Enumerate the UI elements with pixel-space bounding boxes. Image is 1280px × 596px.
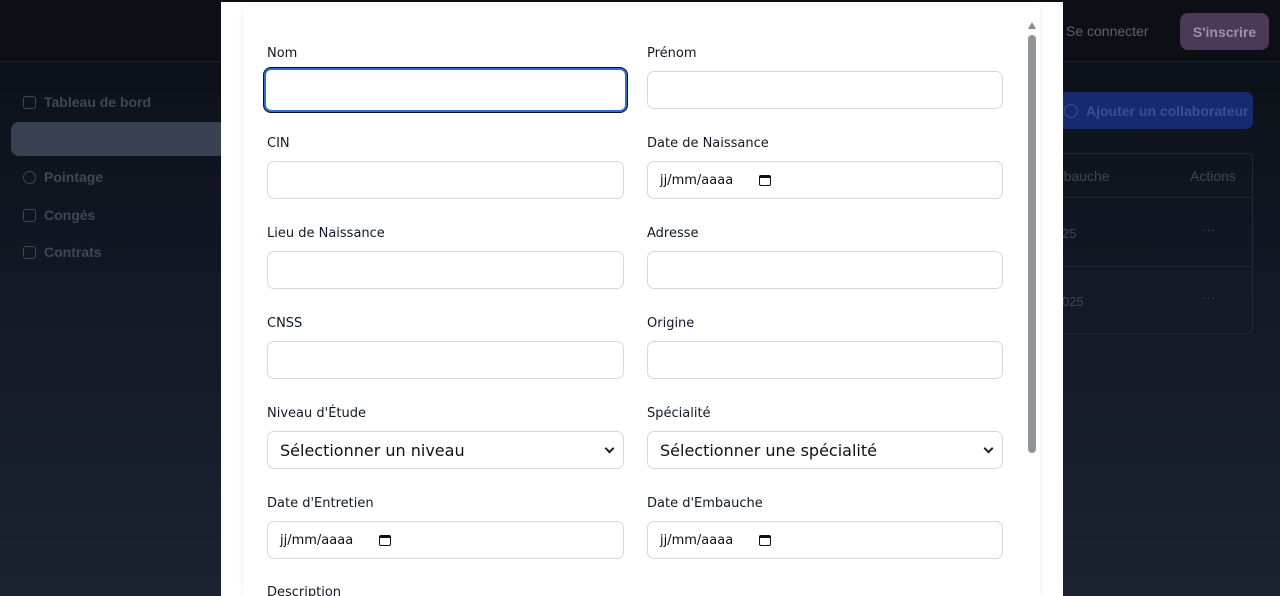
document-icon	[23, 245, 36, 259]
niveau-etude-selected: Sélectionner un niveau	[280, 440, 465, 460]
table-divider	[1040, 266, 1253, 267]
date-entretien-label: Date d'Entretien	[267, 496, 374, 511]
niveau-etude-select[interactable]: Sélectionner un niveau	[267, 431, 624, 469]
table-header-actions: Actions	[1190, 168, 1236, 184]
cnss-label: CNSS	[267, 316, 303, 331]
row-actions-button[interactable]: ···	[1202, 290, 1215, 305]
calendar-icon	[23, 208, 36, 222]
date-naissance-input[interactable]: jj/mm/aaaa	[647, 161, 1003, 199]
adresse-label: Adresse	[647, 226, 699, 241]
date-placeholder: jj/mm/aaaa	[660, 532, 734, 548]
specialite-label: Spécialité	[647, 406, 711, 421]
cin-input[interactable]	[267, 161, 624, 199]
chevron-down-icon	[983, 443, 994, 454]
calendar-icon[interactable]	[759, 534, 772, 546]
sidebar-item-active[interactable]	[11, 122, 226, 156]
date-placeholder: jj/mm/aaaa	[660, 172, 734, 188]
sidebar-item-label: Pointage	[44, 169, 104, 185]
sidebar-item-label: Contrats	[44, 244, 102, 260]
login-link[interactable]: Se connecter	[1066, 23, 1149, 39]
specialite-selected: Sélectionner une spécialité	[660, 440, 877, 460]
nom-label: Nom	[267, 46, 298, 61]
sidebar-item-tableau-de-bord[interactable]: Tableau de bord	[23, 94, 151, 110]
plus-circle-icon	[1064, 103, 1078, 118]
add-collaborator-label: Ajouter un collaborateur	[1086, 102, 1249, 119]
sidebar-item-label: Congés	[44, 207, 96, 223]
signup-button[interactable]: S'inscrire	[1180, 13, 1269, 50]
table-divider	[1040, 197, 1253, 198]
origine-input[interactable]	[647, 341, 1003, 379]
date-naissance-label: Date de Naissance	[647, 136, 769, 151]
scrollbar-thumb[interactable]	[1028, 35, 1036, 453]
calendar-icon[interactable]	[759, 174, 772, 186]
date-entretien-input[interactable]: jj/mm/aaaa	[267, 521, 624, 559]
adresse-input[interactable]	[647, 251, 1003, 289]
date-embauche-label: Date d'Embauche	[647, 496, 763, 511]
calendar-icon[interactable]	[379, 534, 392, 546]
description-label: Description	[267, 585, 342, 596]
row-actions-button[interactable]: ···	[1202, 222, 1215, 237]
date-placeholder: jj/mm/aaaa	[280, 532, 354, 548]
cin-label: CIN	[267, 136, 290, 151]
sidebar-item-pointage[interactable]: Pointage	[23, 169, 103, 185]
sidebar-item-label: Tableau de bord	[44, 94, 152, 110]
prenom-input[interactable]	[647, 71, 1003, 109]
dashboard-icon	[23, 95, 36, 109]
prenom-label: Prénom	[647, 46, 697, 61]
clock-icon	[23, 170, 36, 184]
table-cell-date: 025	[1062, 294, 1084, 309]
date-embauche-input[interactable]: jj/mm/aaaa	[647, 521, 1003, 559]
cnss-input[interactable]	[267, 341, 624, 379]
specialite-select[interactable]: Sélectionner une spécialité	[647, 431, 1003, 469]
lieu-naissance-input[interactable]	[267, 251, 624, 289]
add-collaborator-button[interactable]: Ajouter un collaborateur	[1046, 92, 1253, 129]
sidebar-item-conges[interactable]: Congés	[23, 207, 95, 223]
chevron-down-icon	[604, 443, 615, 454]
sidebar-item-contrats[interactable]: Contrats	[23, 244, 102, 260]
table-cell-date: 25	[1062, 226, 1077, 241]
scroll-up-arrow-icon[interactable]	[1028, 22, 1036, 29]
niveau-etude-label: Niveau d'Étude	[267, 406, 366, 421]
origine-label: Origine	[647, 316, 695, 331]
nom-input[interactable]	[264, 68, 627, 112]
lieu-naissance-label: Lieu de Naissance	[267, 226, 385, 241]
